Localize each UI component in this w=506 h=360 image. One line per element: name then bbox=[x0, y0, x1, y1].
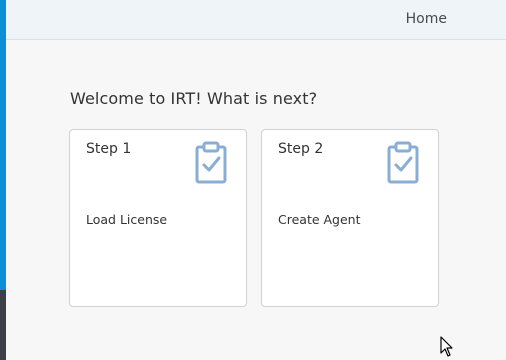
left-rail-accent bbox=[0, 0, 6, 290]
left-rail-dark bbox=[0, 290, 6, 360]
card-title: Step 1 bbox=[86, 141, 132, 157]
left-rail bbox=[0, 0, 6, 360]
mouse-cursor-icon bbox=[440, 336, 453, 357]
step-2-card[interactable]: Step 2 Create Agent bbox=[261, 129, 439, 307]
card-subtitle: Create Agent bbox=[278, 212, 361, 227]
clipboard-check-icon bbox=[195, 141, 227, 184]
top-header: Home bbox=[6, 0, 506, 40]
home-link[interactable]: Home bbox=[406, 11, 447, 27]
card-title: Step 2 bbox=[278, 141, 324, 157]
card-subtitle: Load License bbox=[86, 212, 168, 227]
welcome-heading: Welcome to IRT! What is next? bbox=[70, 89, 318, 108]
clipboard-check-icon bbox=[387, 141, 419, 184]
step-1-card[interactable]: Step 1 Load License bbox=[69, 129, 247, 307]
